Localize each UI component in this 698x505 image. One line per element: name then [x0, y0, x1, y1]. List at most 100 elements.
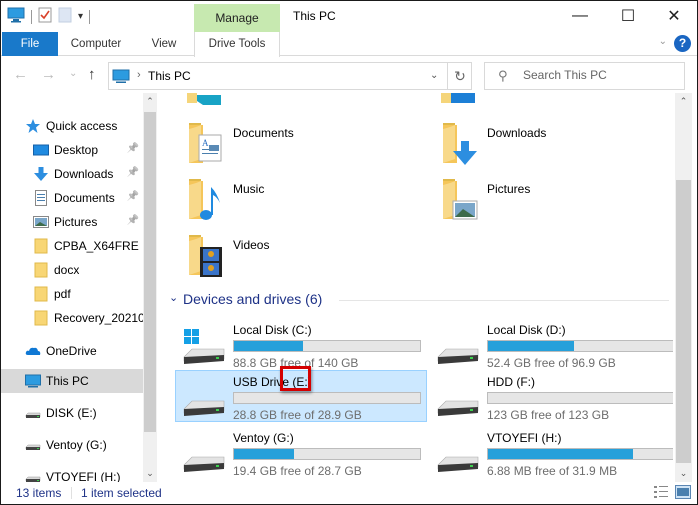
expand-ribbon-icon[interactable]: ⌄	[659, 36, 667, 47]
desktop-folder-partial[interactable]	[187, 93, 225, 107]
maximize-button[interactable]: ☐	[605, 1, 651, 31]
desktop-folder-partial-right[interactable]	[441, 93, 479, 107]
maximize-icon: ☐	[620, 8, 636, 25]
cloud-icon	[25, 343, 41, 359]
nav-item-onedrive[interactable]: OneDrive	[1, 339, 143, 363]
pc-icon[interactable]	[7, 7, 25, 26]
manage-contextual-tab[interactable]: Manage	[194, 4, 280, 32]
up-button[interactable]: ↑	[88, 66, 96, 83]
nav-item-pdf[interactable]: pdf	[1, 282, 143, 306]
scroll-down-icon[interactable]: ⌄	[675, 468, 692, 479]
nav-item-quick-access[interactable]: Quick access	[1, 114, 143, 138]
refresh-button[interactable]: ↻	[447, 63, 472, 89]
drive-name: Local Disk (D:)	[487, 323, 566, 337]
pin-icon[interactable]: 📌	[127, 215, 139, 226]
help-icon[interactable]: ?	[674, 35, 691, 52]
nav-item-ventoy-g[interactable]: Ventoy (G:)	[1, 433, 143, 457]
new-folder-icon[interactable]	[58, 7, 72, 26]
hard-drive-icon	[436, 329, 480, 367]
status-bar: 13 items 1 item selected	[1, 482, 697, 504]
drive-usage-fill	[488, 341, 574, 351]
nav-item-label: Downloads	[54, 167, 114, 181]
drive-usage-bar	[487, 448, 673, 460]
pin-icon[interactable]: 📌	[127, 167, 139, 178]
pin-icon[interactable]: 📌	[127, 143, 139, 154]
nav-item-vtoyefi-h[interactable]: VTOYEFI (H:)	[1, 465, 143, 482]
tab-file[interactable]: File	[2, 32, 58, 56]
customize-qat-icon[interactable]: ▾	[78, 11, 83, 22]
drive-usage-fill	[488, 449, 634, 459]
search-input[interactable]	[523, 68, 678, 82]
drive-hdd-f[interactable]: HDD (F:) 123 GB free of 123 GB	[430, 371, 673, 423]
scroll-up-icon[interactable]: ⌃	[675, 96, 692, 107]
drive-usage-bar	[487, 392, 673, 404]
folder-label: Music	[233, 182, 265, 196]
nav-pane-scrollbar[interactable]: ⌃ ⌄	[143, 93, 157, 482]
nav-item-this-pc[interactable]: This PC	[1, 369, 143, 393]
content-scrollbar[interactable]: ⌃ ⌄	[675, 93, 692, 482]
hard-drive-icon	[436, 437, 480, 475]
drive-vtoyefi-h[interactable]: VTOYEFI (H:) 6.88 MB free of 31.9 MB	[430, 427, 673, 479]
nav-item-recovery-202109[interactable]: Recovery_202109	[1, 306, 143, 330]
folder-videos[interactable]: Videos	[159, 229, 399, 281]
nav-item-label: docx	[54, 263, 80, 277]
drive-usage-fill	[234, 341, 303, 351]
drive-icon	[25, 469, 41, 482]
tab-computer[interactable]: Computer	[63, 32, 129, 56]
drive-local-disk-c[interactable]: Local Disk (C:) 88.8 GB free of 140 GB	[176, 319, 428, 371]
search-box[interactable]: ⚲	[484, 62, 685, 90]
details-view-button[interactable]	[653, 485, 669, 499]
videos-folder-icon	[187, 233, 225, 277]
folder-icon	[33, 238, 49, 254]
drive-name: Ventoy (G:)	[233, 431, 294, 445]
minimize-icon: —	[572, 7, 588, 24]
scrollbar-thumb[interactable]	[144, 112, 156, 432]
item-count: 13 items	[16, 486, 62, 500]
folder-downloads[interactable]: Downloads	[413, 117, 653, 169]
breadcrumb-this-pc[interactable]: This PC	[148, 69, 191, 83]
close-button[interactable]: ✕	[651, 1, 697, 31]
drive-ventoy-g[interactable]: Ventoy (G:) 19.4 GB free of 28.7 GB	[176, 427, 428, 479]
navigation-bar: ← → ⌄ ↑ › This PC ⌄ ↻ ⚲	[1, 57, 697, 93]
properties-icon[interactable]	[38, 7, 52, 26]
nav-item-pictures[interactable]: Pictures 📌	[1, 210, 143, 234]
nav-item-label: Pictures	[54, 215, 98, 229]
windows-logo-icon	[184, 329, 199, 344]
folder-documents[interactable]: A Documents	[159, 117, 399, 169]
breadcrumb-separator: ›	[137, 69, 141, 81]
nav-item-label: Quick access	[46, 119, 118, 133]
devices-and-drives-header[interactable]: ⌄ Devices and drives (6)	[169, 291, 669, 309]
hard-drive-icon	[182, 437, 226, 475]
nav-item-documents[interactable]: Documents 📌	[1, 186, 143, 210]
drive-icon	[25, 405, 41, 421]
pin-icon[interactable]: 📌	[127, 191, 139, 202]
tab-view[interactable]: View	[141, 32, 187, 56]
forward-button[interactable]: →	[41, 66, 56, 83]
nav-item-docx[interactable]: docx	[1, 258, 143, 282]
nav-item-disk-e[interactable]: DISK (E:)	[1, 401, 143, 425]
back-button[interactable]: ←	[13, 66, 28, 83]
nav-item-downloads[interactable]: Downloads 📌	[1, 162, 143, 186]
address-bar[interactable]: › This PC ⌄ ↻	[108, 62, 472, 90]
nav-item-label: Ventoy (G:)	[46, 438, 107, 452]
scroll-down-icon[interactable]: ⌄	[143, 468, 157, 479]
collapse-chevron-icon[interactable]: ⌄	[169, 291, 178, 304]
folder-music[interactable]: Music	[159, 173, 399, 225]
drive-local-disk-d[interactable]: Local Disk (D:) 52.4 GB free of 96.9 GB	[430, 319, 673, 371]
folder-pictures[interactable]: Pictures	[413, 173, 653, 225]
large-icons-view-icon	[675, 485, 691, 499]
nav-item-cpba-x64fre[interactable]: CPBA_X64FRE	[1, 234, 143, 258]
minimize-button[interactable]: —	[557, 1, 603, 31]
tab-drive-tools[interactable]: Drive Tools	[194, 32, 280, 57]
nav-item-desktop[interactable]: Desktop 📌	[1, 138, 143, 162]
address-dropdown-icon[interactable]: ⌄	[430, 70, 438, 81]
pc-icon	[112, 69, 130, 87]
drive-usage-bar	[233, 392, 421, 404]
scrollbar-thumb[interactable]	[676, 180, 691, 463]
recent-locations-button[interactable]: ⌄	[69, 68, 77, 79]
documents-folder-icon: A	[187, 121, 225, 165]
large-icons-view-button[interactable]	[675, 485, 691, 499]
scroll-up-icon[interactable]: ⌃	[143, 96, 157, 107]
search-icon: ⚲	[498, 68, 508, 83]
svg-text:A: A	[202, 138, 209, 148]
